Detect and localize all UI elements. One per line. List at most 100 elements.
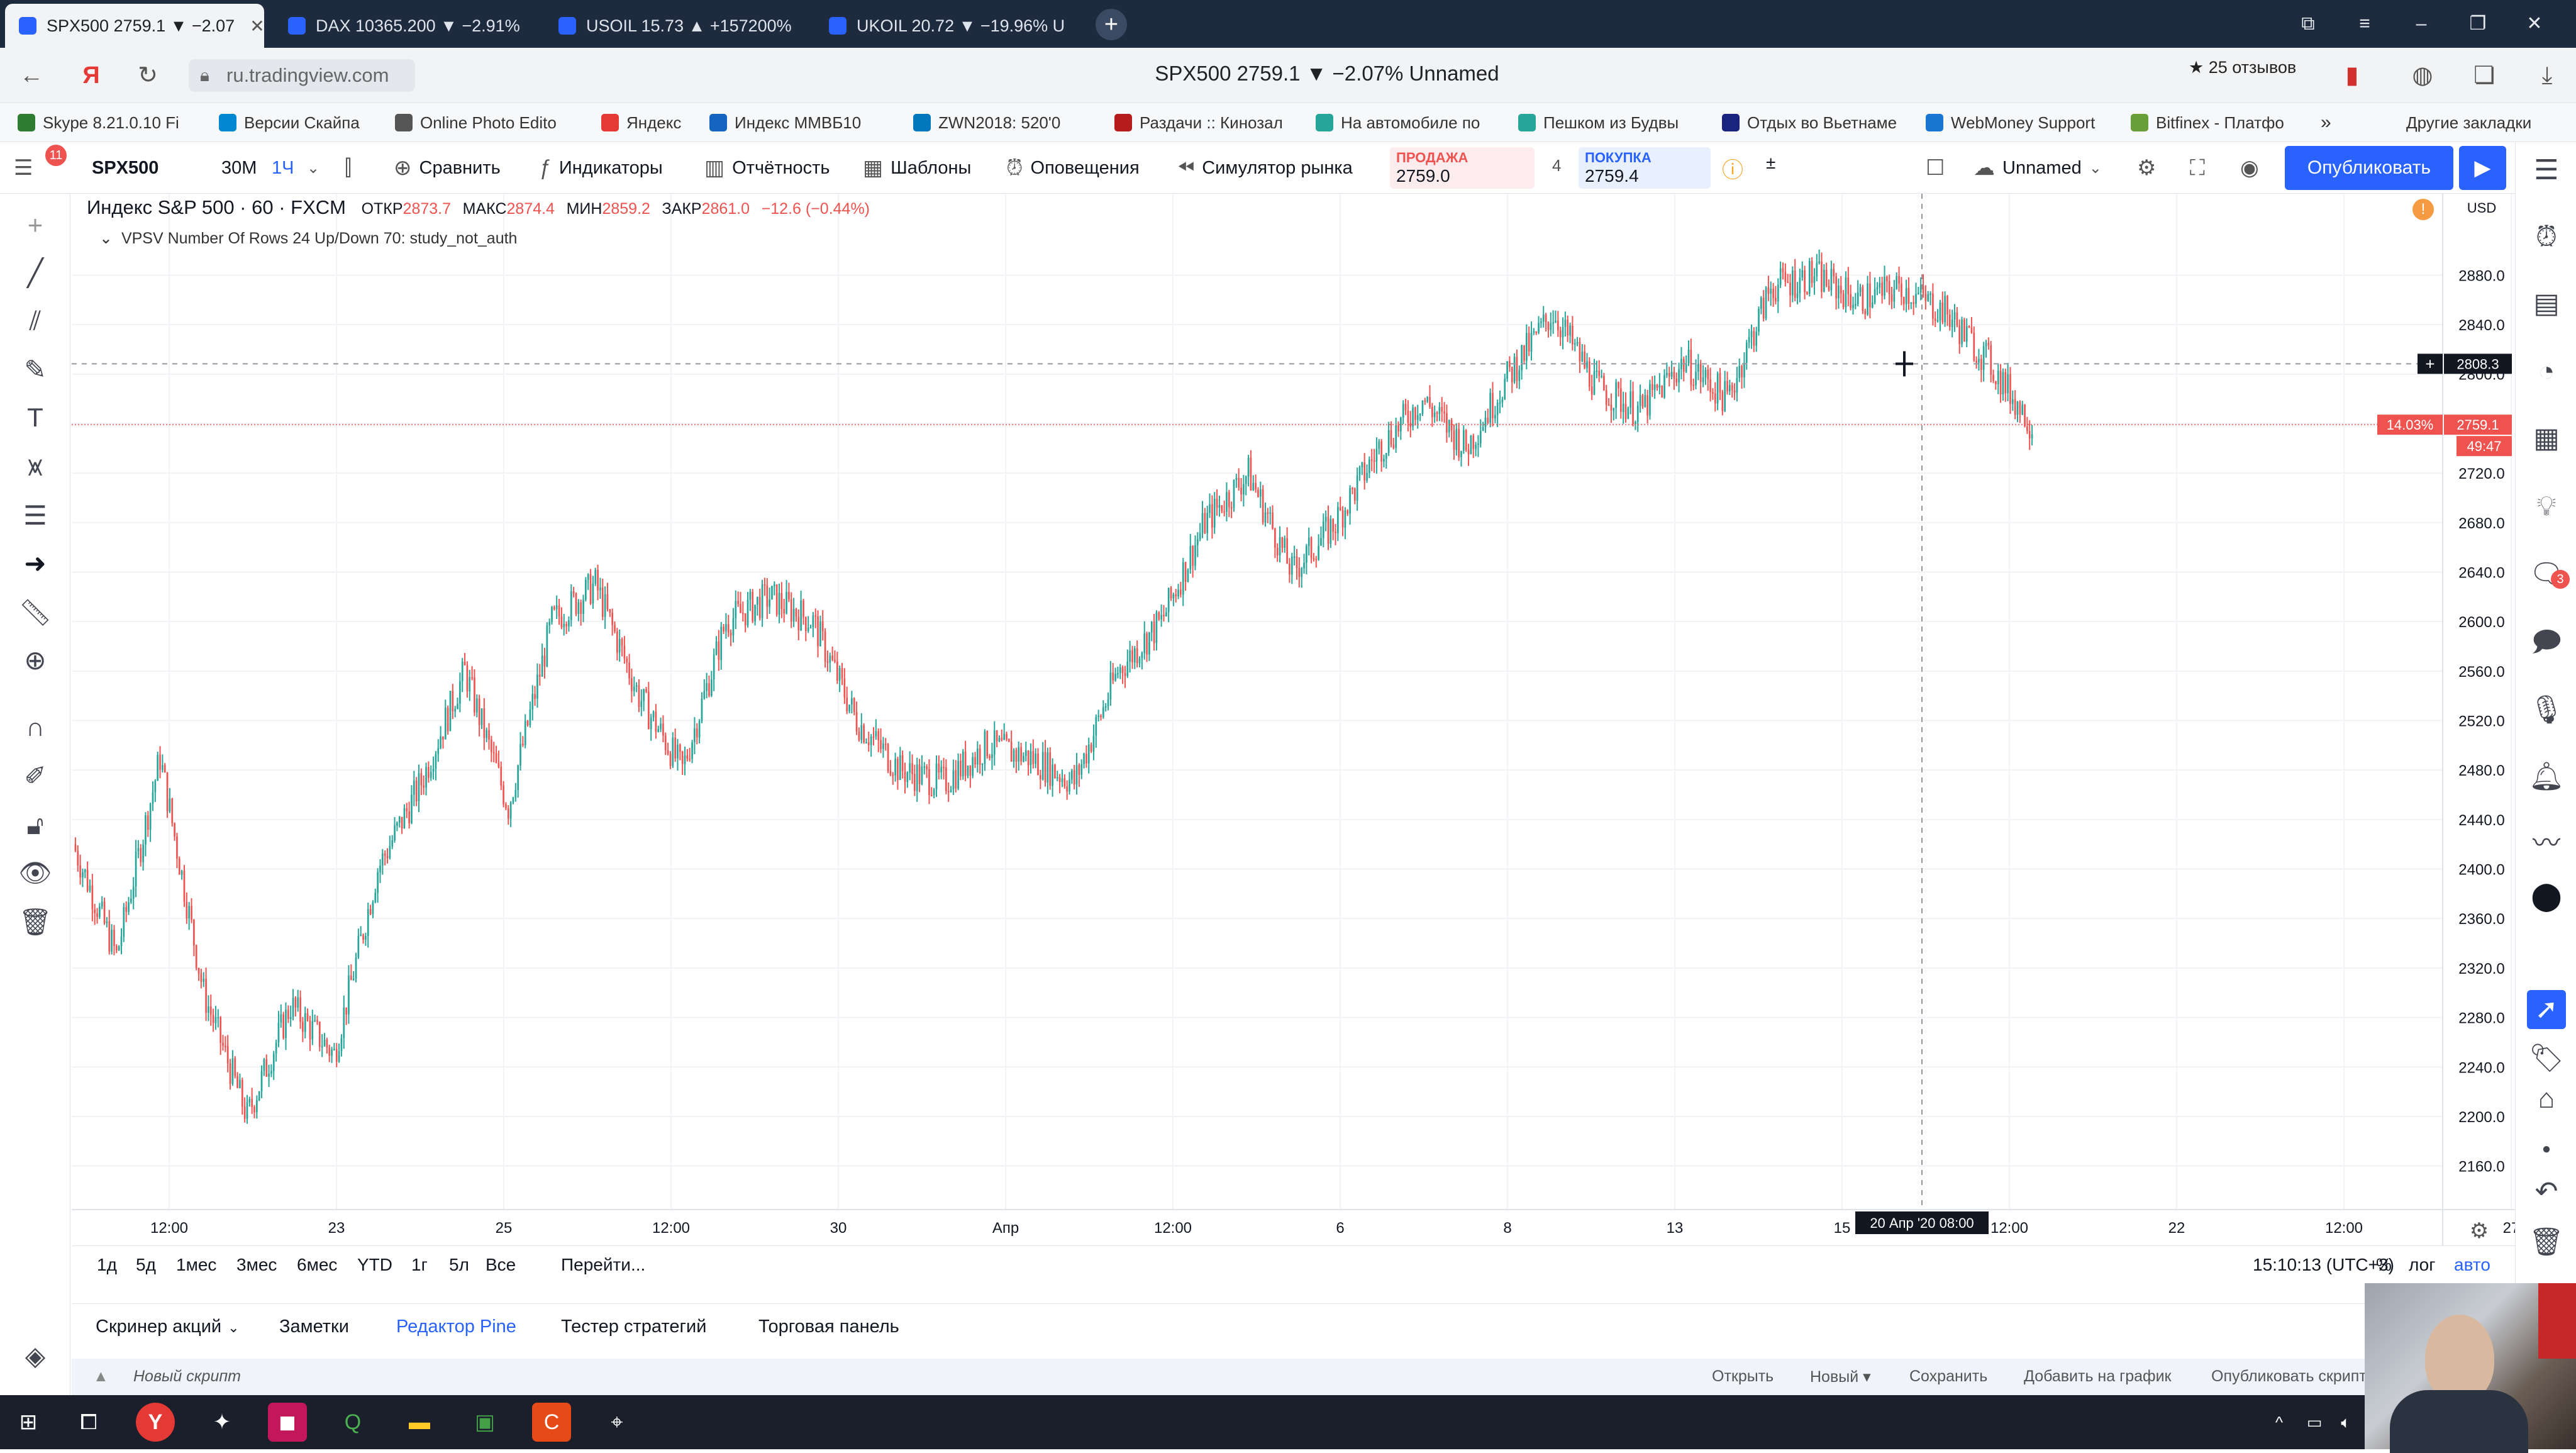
fullscreen-icon[interactable]: ⛶ bbox=[2190, 150, 2205, 186]
app-icon[interactable]: ✦ bbox=[203, 1403, 242, 1442]
info-icon[interactable]: ⓘ bbox=[1722, 150, 1743, 186]
more-bookmarks-icon[interactable]: » bbox=[2321, 109, 2358, 136]
log-toggle[interactable]: лог bbox=[2409, 1255, 2435, 1275]
minimize-icon[interactable]: – bbox=[2402, 5, 2440, 43]
map-pin-icon[interactable]: ⬤ bbox=[2527, 877, 2566, 916]
back-arrow-icon[interactable]: ➜ bbox=[16, 545, 54, 582]
alerts-clock-icon[interactable]: ⏰︎ bbox=[2527, 218, 2566, 257]
auto-toggle[interactable]: авто bbox=[2454, 1255, 2490, 1275]
close-window-icon[interactable]: ✕ bbox=[2516, 5, 2553, 43]
back-icon[interactable]: ← bbox=[13, 57, 50, 94]
browser-tab-ukoil[interactable]: UKOIL 20.72 ▼ −19.96% U bbox=[815, 4, 1079, 48]
tag-outline-icon[interactable]: ⌂ bbox=[2527, 1079, 2566, 1118]
publish-button[interactable]: Опубликовать bbox=[2285, 146, 2453, 190]
range-button[interactable]: 5л bbox=[449, 1255, 469, 1275]
replay-button[interactable]: ⏪︎ Симулятор рынка bbox=[1177, 150, 1353, 186]
data-window-icon[interactable]: ▤ bbox=[2527, 284, 2566, 323]
settings-gear-icon[interactable]: ⚙ bbox=[2137, 150, 2156, 186]
zoom-in-icon[interactable]: ⊕ bbox=[16, 642, 54, 679]
tab-pine-editor[interactable]: Редактор Pine bbox=[396, 1317, 516, 1337]
percent-toggle[interactable]: % bbox=[2376, 1255, 2392, 1275]
range-button[interactable]: 6мес bbox=[297, 1255, 337, 1275]
undo-icon[interactable]: ↶ bbox=[2527, 1172, 2566, 1211]
bookmark-item[interactable]: Online Photo Edito bbox=[395, 109, 577, 136]
spreadsheet-icon[interactable]: ▣ bbox=[465, 1403, 504, 1442]
quik-icon[interactable]: Q bbox=[333, 1403, 372, 1442]
bookmark-item[interactable]: Skype 8.21.0.10 Fi bbox=[18, 109, 200, 136]
bookmark-icon[interactable]: ▮ bbox=[2333, 57, 2371, 94]
yandex-browser-icon[interactable]: Y bbox=[136, 1403, 175, 1442]
bookmark-item[interactable]: Пешком из Будвы bbox=[1518, 109, 1701, 136]
sberbank-icon[interactable]: ◼ bbox=[268, 1403, 307, 1442]
lock-icon[interactable]: 🔓︎ bbox=[16, 806, 54, 844]
snapshot-camera-icon[interactable]: ◉ bbox=[2240, 150, 2259, 186]
tab-manager-icon[interactable]: ⧉ bbox=[2289, 5, 2327, 43]
bookmark-item[interactable]: Отдых во Вьетнаме bbox=[1722, 109, 1917, 136]
quantity-stepper[interactable]: ± bbox=[1766, 145, 1775, 181]
chart-wave-icon[interactable]: 〰 bbox=[2527, 824, 2566, 863]
bookmark-item[interactable]: На автомобиле по bbox=[1316, 109, 1498, 136]
hotlist-icon[interactable]: ◔ bbox=[2527, 352, 2566, 391]
notifications-bell-icon[interactable]: 🔔︎ bbox=[2527, 757, 2566, 796]
bookmark-item[interactable]: Bitfinex - Платфо bbox=[2131, 109, 2301, 136]
maps-pin-icon[interactable]: ⌖ bbox=[597, 1403, 636, 1442]
tab-strategy-tester[interactable]: Тестер стратегий bbox=[561, 1317, 706, 1337]
other-bookmarks[interactable]: Другие закладки bbox=[2406, 109, 2570, 136]
download-icon[interactable]: ⤓ bbox=[2528, 57, 2566, 94]
range-button[interactable]: 1д bbox=[97, 1255, 117, 1275]
save-script-button[interactable]: Сохранить bbox=[1909, 1367, 1987, 1386]
sell-button[interactable]: ПРОДАЖА 2759.0 bbox=[1390, 147, 1535, 189]
tab-stock-screener[interactable]: Скринер акций ⌄ bbox=[96, 1317, 240, 1337]
fib-tool-icon[interactable]: ⫽ bbox=[16, 302, 54, 340]
symbol-search[interactable]: SPX500 bbox=[92, 150, 158, 186]
trend-line-icon[interactable]: ╱ bbox=[16, 254, 54, 292]
chevron-down-icon[interactable]: ⌄ bbox=[99, 230, 113, 247]
bookmark-item[interactable]: Индекс ММВБ10 bbox=[709, 109, 886, 136]
candle-style-icon[interactable]: ⫿ bbox=[345, 150, 352, 186]
calendar-icon[interactable]: ▦ bbox=[2527, 419, 2566, 458]
collections-icon[interactable]: ❏ bbox=[2465, 57, 2503, 94]
protect-icon[interactable]: ◍ bbox=[2404, 57, 2441, 94]
url-field[interactable]: 🔒︎ ru.tradingview.com bbox=[189, 59, 415, 92]
windows-start-icon[interactable]: ⊞ bbox=[9, 1403, 48, 1442]
browser-tab-dax[interactable]: DAX 10365.200 ▼ −2.91% bbox=[274, 4, 538, 48]
app-icon[interactable]: C bbox=[532, 1403, 571, 1442]
ruler-icon[interactable]: 📏︎ bbox=[16, 594, 54, 632]
warning-icon[interactable]: ! bbox=[2412, 199, 2434, 220]
network-icon[interactable]: ▭ bbox=[2302, 1403, 2327, 1442]
bookmark-item[interactable]: WebMoney Support bbox=[1926, 109, 2114, 136]
bookmark-item[interactable]: Яндекс bbox=[601, 109, 708, 136]
prediction-tool-icon[interactable]: ☰ bbox=[16, 497, 54, 535]
tab-notes[interactable]: Заметки bbox=[279, 1317, 349, 1337]
play-icon[interactable]: ▶ bbox=[2459, 146, 2506, 190]
financials-button[interactable]: ▥ Отчётность bbox=[704, 150, 830, 186]
watchlist-icon[interactable]: ☰ bbox=[2527, 151, 2566, 190]
goto-date-button[interactable]: Перейти... bbox=[561, 1255, 645, 1275]
axis-settings-gear-icon[interactable]: ⚙ bbox=[2470, 1218, 2489, 1244]
layout-name-button[interactable]: ☁ Unnamed ⌄ bbox=[1974, 150, 2102, 186]
tag-icon[interactable]: 🏷︎ bbox=[2527, 1039, 2566, 1078]
clock-display[interactable]: 15:10:13 (UTC+3) bbox=[2253, 1255, 2394, 1275]
new-script-button[interactable]: Новый ▾ bbox=[1810, 1367, 1871, 1386]
reload-icon[interactable]: ↻ bbox=[129, 57, 167, 94]
price-chart[interactable]: 2160.0 2200.0 2240.0 2280.0 2320.0 2360.0 2400… bbox=[72, 194, 2515, 1245]
bookmark-item[interactable]: ZWN2018: 520'0 bbox=[913, 109, 1096, 136]
hamburger-menu-icon[interactable]: ☰ bbox=[14, 150, 33, 186]
buy-button[interactable]: ПОКУПКА 2759.4 bbox=[1579, 147, 1711, 189]
trash-icon[interactable]: 🗑︎ bbox=[16, 903, 54, 941]
tray-chevron-icon[interactable]: ^ bbox=[2267, 1403, 2292, 1442]
range-button[interactable]: Все bbox=[486, 1255, 516, 1275]
alerts-button[interactable]: ⏰︎ Оповещения bbox=[1006, 150, 1140, 186]
bookmark-item[interactable]: Раздачи :: Кинозал bbox=[1114, 109, 1297, 136]
magnet-icon[interactable]: ∩ bbox=[16, 708, 54, 746]
open-script-button[interactable]: Открыть bbox=[1712, 1367, 1774, 1386]
range-button[interactable]: 3мес bbox=[236, 1255, 277, 1275]
select-layout-icon[interactable]: ☐ bbox=[1926, 150, 1945, 186]
dot-icon[interactable]: ● bbox=[2527, 1130, 2566, 1169]
tab-trading-panel[interactable]: Торговая панель bbox=[758, 1317, 899, 1337]
indicators-button[interactable]: ƒ Индикаторы bbox=[540, 150, 663, 186]
menu-icon[interactable]: ≡ bbox=[2346, 5, 2384, 43]
cursor-mode-icon[interactable]: ➚ bbox=[2527, 990, 2566, 1029]
range-button[interactable]: YTD bbox=[357, 1255, 392, 1275]
add-to-chart-button[interactable]: Добавить на график bbox=[2024, 1367, 2172, 1386]
